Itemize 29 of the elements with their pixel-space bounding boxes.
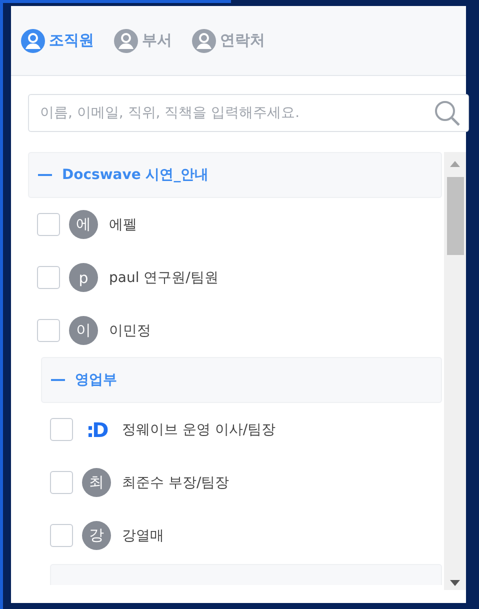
member-name[interactable]: 강열매 (122, 526, 164, 544)
scrollbar-thumb[interactable] (447, 177, 464, 255)
search-field[interactable]: 이름, 이메일, 직위, 직책을 입력해주세요. (28, 94, 469, 132)
scrollbar[interactable] (444, 152, 466, 590)
checkbox[interactable] (50, 418, 73, 441)
avatar-initial: 에 (69, 210, 98, 239)
checkbox[interactable] (37, 319, 60, 342)
member-name[interactable]: 정웨이브 운영 이사/팀장 (122, 420, 276, 438)
avatar-initial: 강 (82, 521, 111, 550)
checkbox[interactable] (37, 266, 60, 289)
avatar-initial: 최 (82, 468, 111, 497)
scroll-down-icon[interactable] (450, 580, 460, 586)
avatar-initial: p (69, 263, 98, 292)
checkbox[interactable] (50, 524, 73, 547)
person-icon (21, 28, 45, 52)
member-name[interactable]: 최준수 부장/팀장 (122, 474, 230, 492)
logo-avatar: :D (85, 416, 108, 444)
scroll-up-icon[interactable] (450, 161, 460, 167)
person-icon (114, 28, 138, 52)
person-icon (192, 28, 216, 52)
avatar-initial: 이 (69, 316, 98, 345)
member-name[interactable]: paul 연구원/팀원 (109, 268, 218, 286)
search-icon[interactable] (433, 99, 461, 127)
member-name[interactable]: 이민정 (109, 322, 151, 340)
group-label: 영업부 (75, 371, 117, 389)
checkbox[interactable] (37, 213, 60, 236)
group-label: Docswave 시연_안내 (62, 166, 209, 184)
member-name[interactable]: 에펠 (109, 216, 137, 234)
checkbox[interactable] (50, 471, 73, 494)
